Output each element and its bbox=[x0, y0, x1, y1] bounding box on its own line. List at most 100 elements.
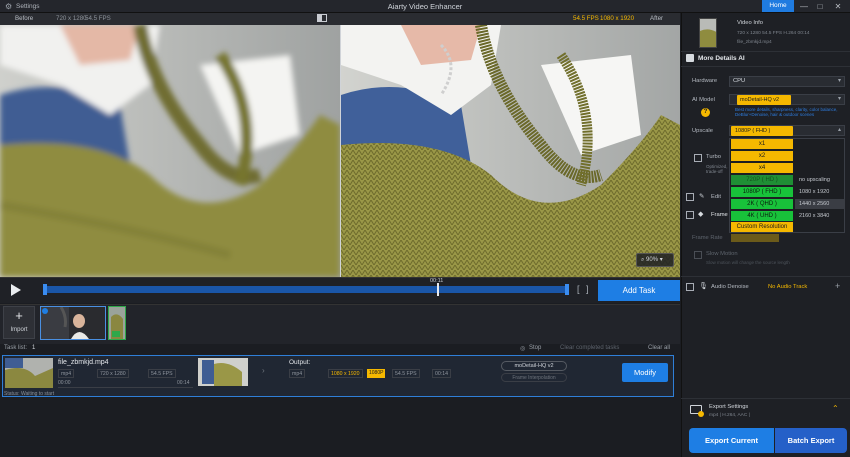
hardware-select[interactable]: CPU ▾ bbox=[729, 76, 845, 87]
maximize-button[interactable]: □ bbox=[813, 1, 827, 12]
edit-checkbox[interactable] bbox=[686, 193, 694, 201]
play-icon[interactable] bbox=[11, 284, 21, 296]
video-info-title: Video Info bbox=[737, 20, 764, 26]
expand-icon[interactable]: ⌃ bbox=[832, 404, 839, 413]
task-time-end: 00:14 bbox=[177, 380, 190, 386]
task-count-label: Task list: bbox=[4, 345, 28, 351]
output-label: Output: bbox=[289, 359, 311, 366]
video-info-meta: 720 x 1280 54.5 FPS H.264 00:14 bbox=[737, 31, 810, 36]
task-list-empty-area bbox=[0, 398, 680, 457]
before-fps: 54.5 FPS bbox=[85, 15, 111, 22]
batch-export-button[interactable]: Batch Export bbox=[775, 428, 847, 453]
task-output-thumbnail bbox=[198, 358, 248, 386]
export-settings-summary: mp4 | H.264, AAC | bbox=[709, 413, 750, 418]
gear-icon bbox=[698, 411, 704, 417]
audio-denoise-checkbox[interactable] bbox=[686, 283, 694, 291]
upscale-option-x1[interactable]: x1 bbox=[731, 139, 793, 149]
thumbnail-image bbox=[700, 19, 716, 47]
timeline-track[interactable] bbox=[43, 284, 569, 295]
ai-model-label: AI Model bbox=[692, 97, 715, 103]
upscale-option-4k[interactable]: 4K ( UHD ) bbox=[731, 211, 793, 221]
close-button[interactable]: ✕ bbox=[831, 1, 845, 12]
task-fps: 54.5 FPS bbox=[148, 369, 176, 378]
option-res-4k: 2160 x 3840 bbox=[799, 213, 830, 219]
plus-icon[interactable]: + bbox=[835, 281, 840, 291]
media-thumbnail-2[interactable] bbox=[108, 306, 126, 340]
minimize-button[interactable]: — bbox=[797, 1, 811, 12]
frame-interp-checkbox[interactable] bbox=[686, 211, 694, 219]
audio-denoise-label: Audio Denoise bbox=[711, 284, 749, 290]
title-bar: ⚙ Settings Aiarty Video Enhancer bbox=[0, 0, 850, 13]
chevron-down-icon: ▾ bbox=[837, 78, 841, 84]
before-preview[interactable] bbox=[0, 25, 340, 277]
export-settings-label[interactable]: Export Settings bbox=[709, 404, 748, 410]
after-resolution: 1080 x 1920 bbox=[600, 15, 635, 22]
split-view-icon[interactable] bbox=[317, 14, 327, 22]
panel-divider bbox=[681, 66, 850, 67]
after-label: After bbox=[650, 15, 664, 22]
task-progress bbox=[58, 387, 193, 388]
option-res-720p: no upscaling bbox=[799, 177, 830, 183]
zoom-control[interactable]: ⌕ 90% ▾ bbox=[636, 253, 674, 267]
slow-motion-description: Slow motion will change the source lengt… bbox=[706, 260, 790, 265]
audio-track-status: No Audio Track bbox=[768, 284, 808, 290]
import-label: Import bbox=[10, 327, 28, 333]
upscale-option-custom[interactable]: Custom Resolution bbox=[731, 222, 793, 232]
turbo-checkbox[interactable] bbox=[694, 154, 702, 162]
frame-interp-label: Frame I bbox=[711, 212, 731, 218]
video-info-thumbnail bbox=[699, 18, 717, 48]
output-badge: 1080P bbox=[367, 369, 386, 378]
slow-motion-checkbox[interactable] bbox=[694, 251, 702, 259]
task-input-thumbnail bbox=[5, 358, 53, 388]
after-preview[interactable] bbox=[341, 25, 680, 277]
ai-model-value: moDetail-HQ v2 bbox=[737, 95, 791, 105]
before-image bbox=[0, 25, 340, 277]
stop-button[interactable]: Stop bbox=[529, 345, 541, 351]
import-button[interactable]: + Import bbox=[3, 306, 35, 339]
output-fps: 54.5 FPS bbox=[392, 369, 420, 378]
output-format: mp4 bbox=[289, 369, 306, 378]
edit-icon: ✎ bbox=[699, 193, 705, 200]
task-time-start: 00:00 bbox=[58, 380, 71, 386]
trim-bracket-icon[interactable]: [ ] bbox=[577, 284, 591, 294]
chevron-up-icon: ▴ bbox=[837, 127, 841, 133]
clear-all-button[interactable]: Clear all bbox=[648, 345, 670, 351]
playhead[interactable] bbox=[437, 283, 439, 296]
upscale-option-2k[interactable]: 2K ( QHD ) bbox=[731, 199, 793, 209]
export-current-button[interactable]: Export Current bbox=[689, 428, 774, 453]
task-status: Status: Waiting to start bbox=[4, 391, 55, 397]
task-resolution: 720 x 1280 bbox=[97, 369, 129, 378]
home-button[interactable]: Home bbox=[762, 0, 794, 12]
upscale-option-x4[interactable]: x4 bbox=[731, 163, 793, 173]
clear-completed-button[interactable]: Clear completed tasks bbox=[560, 345, 619, 351]
task-frame-interp-badge: Frame Interpolation bbox=[501, 373, 567, 382]
chevron-down-icon: ▾ bbox=[837, 96, 841, 102]
add-task-button[interactable]: Add Task bbox=[598, 280, 680, 301]
task-filename: file_zbmkjd.mp4 bbox=[58, 359, 109, 366]
stop-icon[interactable]: ◎ bbox=[520, 345, 525, 352]
before-label: Before bbox=[15, 15, 34, 22]
trim-start-handle[interactable] bbox=[43, 284, 47, 295]
after-fps: 54.5 FPS bbox=[573, 15, 599, 22]
task-model-badge: moDetail-HQ v2 bbox=[501, 361, 567, 371]
turbo-label: Turbo bbox=[706, 154, 721, 160]
zoom-level: 90% bbox=[646, 257, 659, 263]
compare-header: Before 720 x 1280 54.5 FPS 54.5 FPS 1080… bbox=[0, 13, 680, 25]
frame-rate-label: Frame Rate bbox=[692, 235, 723, 241]
media-thumbnail-1[interactable] bbox=[40, 306, 106, 340]
modify-button[interactable]: Modify bbox=[622, 363, 668, 382]
task-list-header: Task list: 1 ◎ Stop Clear completed task… bbox=[0, 344, 680, 354]
upscale-option-720p[interactable]: 720P ( HD ) bbox=[731, 175, 793, 185]
upscale-option-x2[interactable]: x2 bbox=[731, 151, 793, 161]
before-resolution: 720 x 1280 bbox=[56, 15, 87, 22]
chevron-down-icon: ▾ bbox=[658, 257, 663, 263]
plus-icon: + bbox=[15, 308, 23, 323]
trim-end-handle[interactable] bbox=[565, 284, 569, 295]
upscale-option-1080p[interactable]: 1080P ( FHD ) bbox=[731, 187, 793, 197]
frame-rate-select[interactable] bbox=[731, 234, 779, 242]
task-format: mp4 bbox=[58, 369, 75, 378]
task-count: 1 bbox=[32, 345, 36, 351]
panel-divider bbox=[681, 276, 850, 277]
timecode: 00:11 bbox=[430, 278, 444, 284]
help-icon[interactable]: ? bbox=[701, 108, 710, 117]
